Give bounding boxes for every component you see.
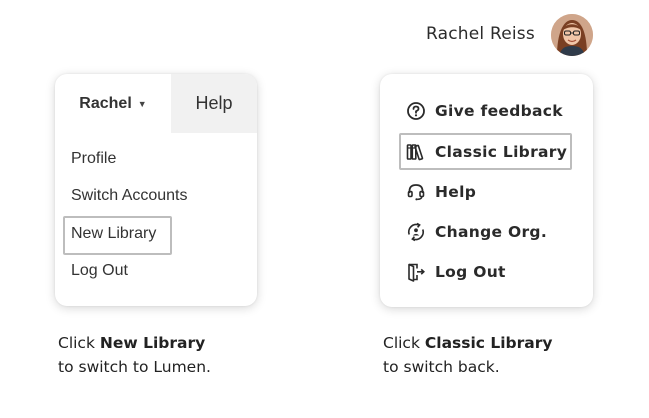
books-icon [406,142,426,162]
caption-emphasis: New Library [99,334,206,352]
caption-text: to switch back. [383,358,500,376]
avatar-image [551,14,593,56]
menu-item-help[interactable]: Help [406,180,476,204]
menu-item-switch-accounts[interactable]: Switch Accounts [71,187,188,205]
menu-tabs: Rachel ▼ Help [55,74,257,133]
user-header[interactable]: Rachel Reiss [412,14,593,56]
avatar[interactable] [551,14,593,56]
user-name: Rachel Reiss [426,24,535,44]
help-tab[interactable]: Help [171,74,257,133]
menu-item-label: Classic Library [435,143,568,161]
caption-emphasis: Classic Library [424,334,553,352]
user-dropdown-tab[interactable]: Rachel ▼ [55,74,171,133]
menu-item-label: Change Org. [435,223,548,241]
menu-item-classic-library[interactable]: Classic Library [406,140,567,164]
caption-left: Click New Library to switch to Lumen. [58,331,211,379]
menu-item-give-feedback[interactable]: Give feedback [406,99,563,123]
user-dropdown-label: Rachel [79,94,132,112]
caption-right: Click Classic Library to switch back. [383,331,553,379]
help-tab-label: Help [195,93,233,113]
menu-item-profile[interactable]: Profile [71,150,116,168]
classic-user-menu: Rachel ▼ Help Profile Switch Accounts Ne… [55,74,257,306]
caption-text: to switch to Lumen. [58,358,211,376]
headset-icon [406,182,426,202]
menu-item-label: Give feedback [435,102,563,120]
menu-item-label: Log Out [435,263,506,281]
switch-org-icon [406,222,426,242]
menu-item-label: Help [435,183,477,201]
menu-item-new-library[interactable]: New Library [71,225,156,243]
caption-text: Click [58,334,100,352]
menu-item-change-org[interactable]: Change Org. [406,220,547,244]
caption-text: Click [383,334,425,352]
door-exit-icon [406,262,426,282]
question-circle-icon [406,101,426,121]
menu-item-log-out[interactable]: Log Out [406,260,506,284]
caret-down-icon: ▼ [137,98,147,109]
lumen-user-menu: Give feedback Classic Library Help Chang… [380,74,593,307]
menu-item-log-out[interactable]: Log Out [71,262,128,280]
